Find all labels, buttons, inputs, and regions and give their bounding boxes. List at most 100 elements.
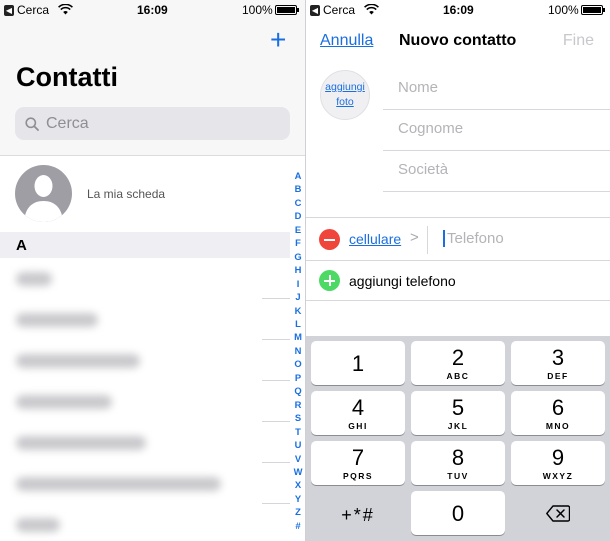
contacts-screen: ◀ Cerca 16:09 100% + Contatti Cerca La m… xyxy=(0,0,305,541)
backspace-icon xyxy=(546,505,571,522)
navigation-bar: Annulla Nuovo contatto Fine xyxy=(306,20,610,62)
list-item[interactable] xyxy=(0,258,290,299)
list-item[interactable] xyxy=(0,299,290,340)
index-letter[interactable]: X xyxy=(295,478,301,491)
index-letter[interactable]: B xyxy=(295,182,302,195)
index-letter[interactable]: R xyxy=(295,398,302,411)
back-to-app[interactable]: ◀ Cerca xyxy=(4,3,49,17)
first-name-field-row xyxy=(383,69,610,110)
new-contact-screen: ◀ Cerca 16:09 100% Annulla Nuovo contatt… xyxy=(306,0,610,541)
key-9[interactable]: 9 WXYZ xyxy=(511,441,605,485)
page-title: Nuovo contatto xyxy=(399,32,517,49)
index-letter[interactable]: O xyxy=(294,357,301,370)
search-placeholder: Cerca xyxy=(46,114,89,132)
wifi-icon xyxy=(58,4,73,15)
index-letter[interactable]: Y xyxy=(295,492,301,505)
battery-icon xyxy=(581,5,605,15)
cancel-button[interactable]: Annulla xyxy=(320,32,373,50)
list-item[interactable] xyxy=(0,340,290,381)
back-arrow-icon: ◀ xyxy=(310,4,320,16)
index-letter[interactable]: M xyxy=(294,330,302,343)
clock: 16:09 xyxy=(443,3,474,17)
list-item[interactable] xyxy=(0,504,290,541)
phone-type-label[interactable]: cellulare xyxy=(349,231,401,247)
back-to-app[interactable]: ◀ Cerca xyxy=(310,3,355,17)
section-index[interactable]: A B C D E F G H I J K L M N O P Q R S T U V W X Y Z # xyxy=(287,169,305,532)
backspace-key[interactable] xyxy=(511,491,605,535)
phone-separator xyxy=(427,226,428,254)
status-bar: ◀ Cerca 16:09 100% xyxy=(0,0,305,20)
add-photo-line1: aggiungi xyxy=(325,81,365,93)
battery-icon xyxy=(275,5,299,15)
index-letter[interactable]: F xyxy=(295,236,301,249)
add-phone-label: aggiungi telefono xyxy=(349,273,456,289)
company-input[interactable] xyxy=(398,161,598,178)
index-letter[interactable]: H xyxy=(295,263,302,276)
plus-circle-icon xyxy=(319,270,340,291)
back-app-label: Cerca xyxy=(323,3,356,17)
key-7[interactable]: 7 PQRS xyxy=(311,441,405,485)
index-letter[interactable]: S xyxy=(295,411,301,424)
add-contact-button[interactable]: + xyxy=(270,26,286,54)
company-field-row xyxy=(383,151,610,192)
index-letter[interactable]: J xyxy=(295,290,300,303)
wifi-icon xyxy=(364,4,379,15)
my-card-label: La mia scheda xyxy=(87,187,166,201)
person-silhouette-icon xyxy=(24,175,63,222)
phone-row: cellulare > xyxy=(306,217,610,261)
back-arrow-icon: ◀ xyxy=(4,4,14,16)
last-name-field-row xyxy=(383,110,610,151)
numeric-keypad: 1 2 ABC 3 DEF 4 GHI 5 JKL 6 MNO 7 PQRS 8 TUV 9W… xyxy=(306,336,610,541)
key-0[interactable]: 0 xyxy=(411,491,505,535)
index-letter[interactable]: L xyxy=(295,317,301,330)
index-letter[interactable]: N xyxy=(295,344,302,357)
phone-input[interactable] xyxy=(443,230,593,247)
index-letter[interactable]: E xyxy=(295,223,301,236)
add-photo-button[interactable]: aggiungi foto xyxy=(320,70,370,120)
contacts-list xyxy=(0,258,290,541)
section-header-a: A xyxy=(0,232,290,258)
index-letter[interactable]: I xyxy=(297,277,300,290)
key-2[interactable]: 2 ABC xyxy=(411,341,505,385)
first-name-input[interactable] xyxy=(398,79,598,96)
battery-percentage: 100% xyxy=(242,3,273,17)
index-letter[interactable]: Z xyxy=(295,505,301,518)
clock: 16:09 xyxy=(137,3,168,17)
index-letter[interactable]: G xyxy=(294,250,301,263)
list-item[interactable] xyxy=(0,422,290,463)
index-letter[interactable]: D xyxy=(295,209,302,222)
battery-percentage: 100% xyxy=(548,3,579,17)
done-button[interactable]: Fine xyxy=(563,32,594,50)
key-6[interactable]: 6 MNO xyxy=(511,391,605,435)
last-name-input[interactable] xyxy=(398,120,598,137)
key-3[interactable]: 3 DEF xyxy=(511,341,605,385)
index-letter[interactable]: W xyxy=(294,465,303,478)
avatar xyxy=(15,165,72,222)
index-letter[interactable]: # xyxy=(295,519,300,532)
chevron-right-icon: > xyxy=(410,229,419,246)
index-letter[interactable]: V xyxy=(295,452,301,465)
page-title: Contatti xyxy=(16,62,118,92)
list-item[interactable] xyxy=(0,463,290,504)
index-letter[interactable]: T xyxy=(295,425,301,438)
section-letter: A xyxy=(16,237,27,254)
minus-circle-icon[interactable] xyxy=(319,229,340,250)
index-letter[interactable]: K xyxy=(295,304,302,317)
add-phone-button[interactable]: aggiungi telefono xyxy=(306,261,610,301)
index-letter[interactable]: U xyxy=(295,438,302,451)
back-app-label: Cerca xyxy=(17,3,50,17)
status-bar: ◀ Cerca 16:09 100% xyxy=(306,0,610,20)
index-letter[interactable]: A xyxy=(295,169,302,182)
search-icon xyxy=(25,116,39,131)
my-card-row[interactable]: La mia scheda xyxy=(0,157,290,232)
list-item[interactable] xyxy=(0,381,290,422)
key-5[interactable]: 5 JKL xyxy=(411,391,505,435)
index-letter[interactable]: P xyxy=(295,371,301,384)
key-4[interactable]: 4 GHI xyxy=(311,391,405,435)
key-1[interactable]: 1 xyxy=(311,341,405,385)
key-symbols[interactable]: +*# xyxy=(311,491,405,535)
search-input[interactable]: Cerca xyxy=(15,107,290,140)
index-letter[interactable]: Q xyxy=(294,384,301,397)
index-letter[interactable]: C xyxy=(295,196,302,209)
key-8[interactable]: 8 TUV xyxy=(411,441,505,485)
